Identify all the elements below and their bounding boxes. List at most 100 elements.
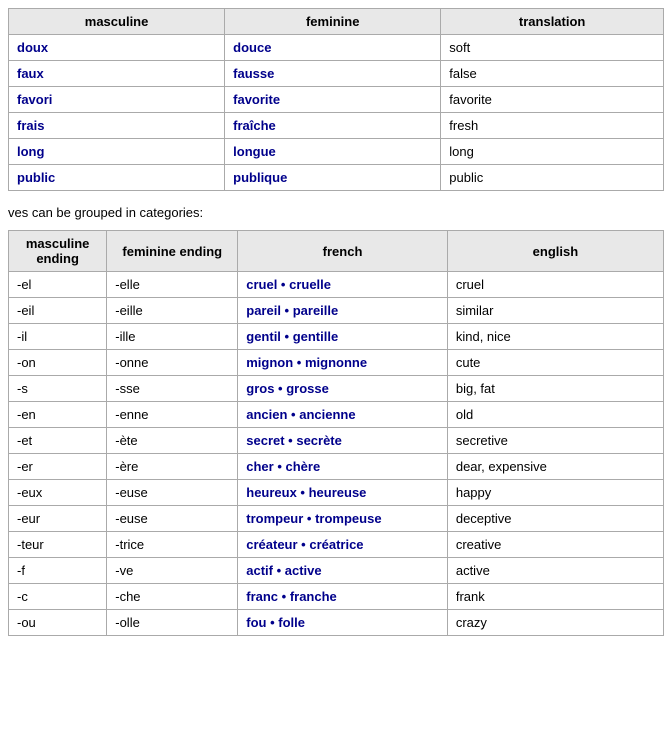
english-cell: active — [447, 558, 663, 584]
ending-header-english: english — [447, 231, 663, 272]
masc-cell[interactable]: long — [9, 139, 225, 165]
english-cell: secretive — [447, 428, 663, 454]
english-cell: similar — [447, 298, 663, 324]
english-cell: deceptive — [447, 506, 663, 532]
fem-cell[interactable]: fausse — [225, 61, 441, 87]
fem-ending-cell: -elle — [107, 272, 238, 298]
fem-ending-cell: -euse — [107, 506, 238, 532]
ending-table-row: -s -sse gros • grosse big, fat — [9, 376, 664, 402]
masc-ending-cell: -eux — [9, 480, 107, 506]
english-cell: frank — [447, 584, 663, 610]
french-cell[interactable]: fou • folle — [238, 610, 448, 636]
table-row: faux fausse false — [9, 61, 664, 87]
fem-ending-cell: -ille — [107, 324, 238, 350]
english-cell: cute — [447, 350, 663, 376]
french-cell[interactable]: secret • secrète — [238, 428, 448, 454]
english-cell: creative — [447, 532, 663, 558]
masc-ending-cell: -ou — [9, 610, 107, 636]
masc-ending-cell: -eil — [9, 298, 107, 324]
fem-ending-cell: -trice — [107, 532, 238, 558]
french-cell[interactable]: ancien • ancienne — [238, 402, 448, 428]
fem-ending-cell: -ère — [107, 454, 238, 480]
french-cell[interactable]: mignon • mignonne — [238, 350, 448, 376]
intro-text: ves can be grouped in categories: — [8, 205, 664, 220]
fem-cell[interactable]: douce — [225, 35, 441, 61]
ending-table-row: -er -ère cher • chère dear, expensive — [9, 454, 664, 480]
masc-ending-cell: -el — [9, 272, 107, 298]
ending-header-masc: masculine ending — [9, 231, 107, 272]
masc-ending-cell: -teur — [9, 532, 107, 558]
ending-table-row: -eil -eille pareil • pareille similar — [9, 298, 664, 324]
top-header-feminine: feminine — [225, 9, 441, 35]
english-cell: dear, expensive — [447, 454, 663, 480]
top-header-masculine: masculine — [9, 9, 225, 35]
ending-table-row: -c -che franc • franche frank — [9, 584, 664, 610]
french-cell[interactable]: gros • grosse — [238, 376, 448, 402]
ending-table: masculine ending feminine ending french … — [8, 230, 664, 636]
ending-table-row: -on -onne mignon • mignonne cute — [9, 350, 664, 376]
masc-cell[interactable]: public — [9, 165, 225, 191]
french-cell[interactable]: heureux • heureuse — [238, 480, 448, 506]
ending-table-row: -f -ve actif • active active — [9, 558, 664, 584]
english-cell: old — [447, 402, 663, 428]
masc-ending-cell: -en — [9, 402, 107, 428]
fem-ending-cell: -che — [107, 584, 238, 610]
masc-ending-cell: -eur — [9, 506, 107, 532]
trans-cell: public — [441, 165, 664, 191]
trans-cell: long — [441, 139, 664, 165]
english-cell: big, fat — [447, 376, 663, 402]
french-cell[interactable]: pareil • pareille — [238, 298, 448, 324]
fem-ending-cell: -euse — [107, 480, 238, 506]
masc-ending-cell: -on — [9, 350, 107, 376]
ending-table-row: -el -elle cruel • cruelle cruel — [9, 272, 664, 298]
french-cell[interactable]: actif • active — [238, 558, 448, 584]
ending-table-row: -eux -euse heureux • heureuse happy — [9, 480, 664, 506]
ending-table-row: -teur -trice créateur • créatrice creati… — [9, 532, 664, 558]
french-cell[interactable]: franc • franche — [238, 584, 448, 610]
top-table: masculine feminine translation doux douc… — [8, 8, 664, 191]
ending-header-fem: feminine ending — [107, 231, 238, 272]
table-row: long longue long — [9, 139, 664, 165]
trans-cell: favorite — [441, 87, 664, 113]
table-row: favori favorite favorite — [9, 87, 664, 113]
fem-ending-cell: -enne — [107, 402, 238, 428]
fem-ending-cell: -eille — [107, 298, 238, 324]
fem-ending-cell: -ète — [107, 428, 238, 454]
masc-cell[interactable]: faux — [9, 61, 225, 87]
masc-ending-cell: -f — [9, 558, 107, 584]
masc-cell[interactable]: favori — [9, 87, 225, 113]
masc-ending-cell: -c — [9, 584, 107, 610]
ending-table-row: -en -enne ancien • ancienne old — [9, 402, 664, 428]
masc-ending-cell: -il — [9, 324, 107, 350]
fem-cell[interactable]: longue — [225, 139, 441, 165]
fem-cell[interactable]: publique — [225, 165, 441, 191]
ending-table-row: -eur -euse trompeur • trompeuse deceptiv… — [9, 506, 664, 532]
masc-ending-cell: -et — [9, 428, 107, 454]
table-row: public publique public — [9, 165, 664, 191]
top-header-translation: translation — [441, 9, 664, 35]
english-cell: cruel — [447, 272, 663, 298]
french-cell[interactable]: gentil • gentille — [238, 324, 448, 350]
fem-cell[interactable]: fraîche — [225, 113, 441, 139]
french-cell[interactable]: trompeur • trompeuse — [238, 506, 448, 532]
trans-cell: fresh — [441, 113, 664, 139]
english-cell: happy — [447, 480, 663, 506]
fem-ending-cell: -onne — [107, 350, 238, 376]
masc-ending-cell: -er — [9, 454, 107, 480]
fem-cell[interactable]: favorite — [225, 87, 441, 113]
ending-table-row: -ou -olle fou • folle crazy — [9, 610, 664, 636]
fem-ending-cell: -sse — [107, 376, 238, 402]
fem-ending-cell: -ve — [107, 558, 238, 584]
ending-table-row: -il -ille gentil • gentille kind, nice — [9, 324, 664, 350]
french-cell[interactable]: cruel • cruelle — [238, 272, 448, 298]
table-row: frais fraîche fresh — [9, 113, 664, 139]
top-table-wrapper: masculine feminine translation doux douc… — [8, 8, 664, 191]
french-cell[interactable]: cher • chère — [238, 454, 448, 480]
ending-table-wrapper: masculine ending feminine ending french … — [8, 230, 664, 636]
english-cell: kind, nice — [447, 324, 663, 350]
masc-cell[interactable]: doux — [9, 35, 225, 61]
french-cell[interactable]: créateur • créatrice — [238, 532, 448, 558]
ending-header-french: french — [238, 231, 448, 272]
masc-cell[interactable]: frais — [9, 113, 225, 139]
trans-cell: false — [441, 61, 664, 87]
